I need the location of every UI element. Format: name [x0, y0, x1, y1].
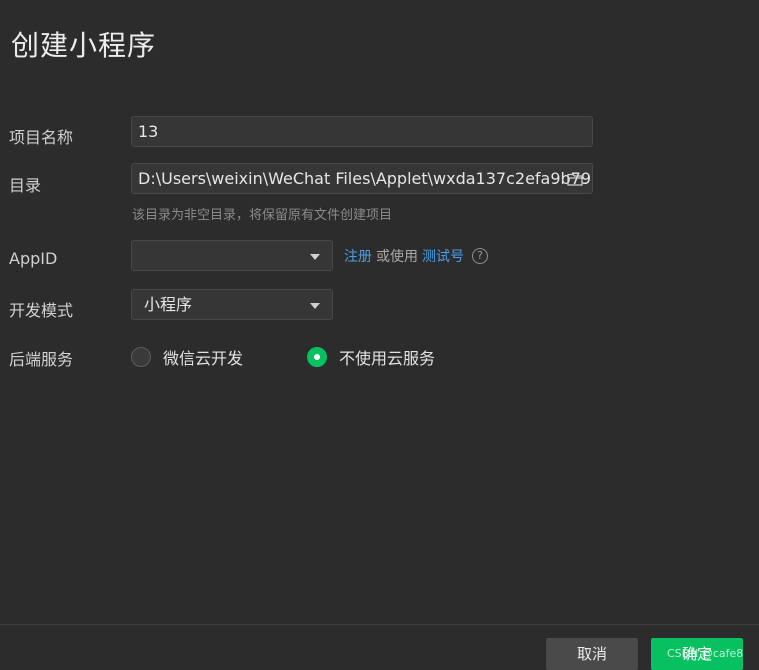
- backend-option-label: 不使用云服务: [339, 349, 436, 368]
- project-name-input[interactable]: 13: [131, 116, 593, 147]
- or-use-text: 或使用: [376, 249, 418, 265]
- chevron-down-icon: [310, 254, 320, 260]
- project-name-label: 项目名称: [9, 128, 74, 147]
- dev-mode-value: 小程序: [144, 295, 193, 314]
- register-link[interactable]: 注册: [344, 246, 372, 266]
- radio-unchecked[interactable]: [131, 347, 151, 367]
- chevron-down-icon: [310, 303, 320, 309]
- backend-label: 后端服务: [9, 350, 74, 369]
- radio-checked[interactable]: [307, 347, 327, 367]
- dialog-title: 创建小程序: [11, 29, 157, 62]
- folder-icon[interactable]: [567, 172, 583, 186]
- cancel-button[interactable]: 取消: [546, 638, 638, 670]
- project-name-value: 13: [138, 122, 159, 141]
- footer-divider: [0, 624, 759, 625]
- backend-option-wechat-cloud[interactable]: 微信云开发: [131, 345, 243, 369]
- backend-option-no-cloud[interactable]: 不使用云服务: [307, 345, 435, 369]
- directory-input[interactable]: D:\Users\weixin\WeChat Files\Applet\wxda…: [131, 163, 593, 194]
- appid-links: 注册 或使用 测试号 ?: [344, 246, 488, 266]
- dev-mode-label: 开发模式: [9, 301, 74, 320]
- help-icon[interactable]: ?: [472, 248, 488, 264]
- test-account-link[interactable]: 测试号: [422, 246, 464, 266]
- dev-mode-select[interactable]: 小程序: [131, 289, 333, 320]
- directory-hint: 该目录为非空目录，将保留原有文件创建项目: [132, 208, 393, 223]
- appid-label: AppID: [9, 249, 58, 268]
- directory-value: D:\Users\weixin\WeChat Files\Applet\wxda…: [138, 169, 592, 188]
- watermark: CSDN @cafe8: [667, 647, 744, 660]
- create-miniprogram-dialog: 创建小程序 项目名称 13 目录 D:\Users\weixin\WeChat …: [0, 0, 759, 670]
- directory-label: 目录: [9, 176, 42, 195]
- appid-select[interactable]: [131, 240, 333, 271]
- backend-option-label: 微信云开发: [163, 349, 244, 368]
